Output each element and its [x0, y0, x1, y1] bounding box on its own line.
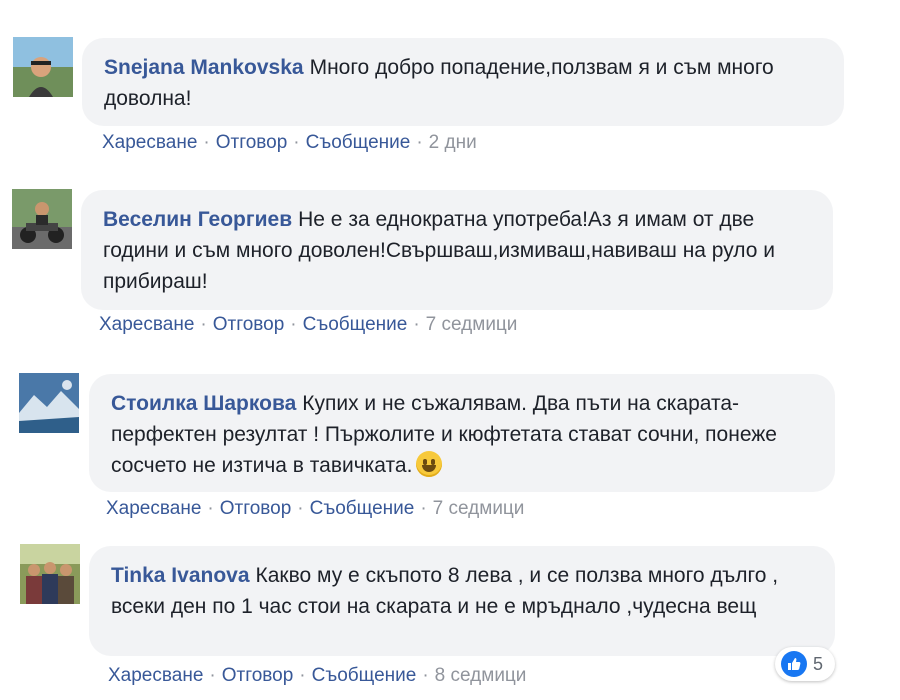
comment-author[interactable]: Snejana Mankovska — [104, 56, 304, 79]
comment-actions: Харесване · Отговор · Съобщение · 7 седмици — [99, 314, 518, 335]
avatar[interactable] — [13, 37, 73, 97]
avatar[interactable] — [19, 373, 79, 433]
like-link[interactable]: Харесване — [99, 314, 194, 335]
like-link[interactable]: Харесване — [106, 498, 201, 519]
thumbs-up-icon — [781, 651, 807, 677]
comment-author[interactable]: Tinka Ivanova — [111, 564, 250, 587]
message-link[interactable]: Съобщение — [306, 132, 411, 153]
comment-bubble: Стоилка Шаркова Купих и не съжалявам. Два… — [89, 374, 835, 492]
message-link[interactable]: Съобщение — [310, 498, 415, 519]
comment-timestamp[interactable]: 7 седмици — [426, 314, 518, 335]
comment-timestamp[interactable]: 8 седмици — [435, 665, 527, 686]
comment-actions: Харесване · Отговор · Съобщение · 2 дни — [102, 132, 477, 153]
reply-link[interactable]: Отговор — [222, 665, 294, 686]
reply-link[interactable]: Отговор — [213, 314, 285, 335]
smiley-emoji-icon — [416, 451, 443, 477]
comment-bubble: Веселин Георгиев Не е за еднократна употр… — [81, 190, 833, 310]
like-link[interactable]: Харесване — [102, 132, 197, 153]
avatar[interactable] — [12, 189, 72, 249]
comment-author[interactable]: Стоилка Шаркова — [111, 392, 296, 415]
comment-actions: Харесване · Отговор · Съобщение · 8 седмици — [108, 665, 527, 686]
comment-bubble: Tinka Ivanova Какво му е скъпото 8 лева ,… — [89, 546, 835, 656]
comment-author[interactable]: Веселин Георгиев — [103, 208, 292, 231]
reply-link[interactable]: Отговор — [220, 498, 292, 519]
reactions-badge[interactable]: 5 — [775, 647, 835, 681]
comment-actions: Харесване · Отговор · Съобщение · 7 седмици — [106, 498, 525, 519]
reaction-count: 5 — [813, 653, 824, 674]
message-link[interactable]: Съобщение — [312, 665, 417, 686]
message-link[interactable]: Съобщение — [303, 314, 408, 335]
comment-timestamp[interactable]: 7 седмици — [433, 498, 525, 519]
comment-bubble: Snejana Mankovska Много добро попадение,п… — [82, 38, 844, 126]
comment-timestamp[interactable]: 2 дни — [429, 132, 477, 153]
like-link[interactable]: Харесване — [108, 665, 203, 686]
avatar[interactable] — [20, 544, 80, 604]
reply-link[interactable]: Отговор — [216, 132, 288, 153]
